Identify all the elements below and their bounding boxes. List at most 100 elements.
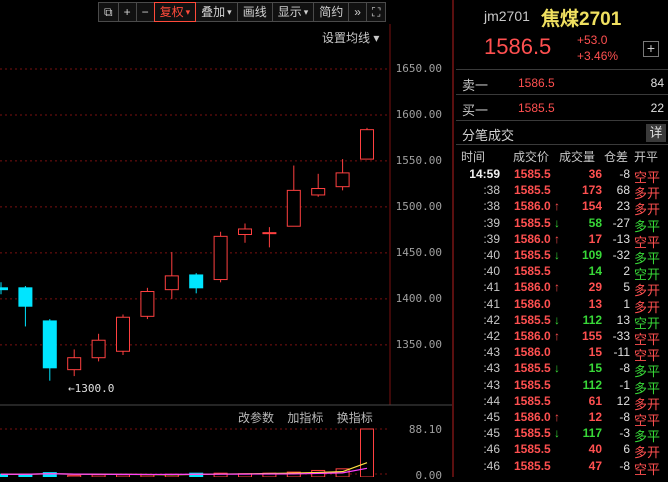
price-tick-label: 1650.00 [395, 61, 442, 75]
tick-row: :45 1585.5 ↓ 117 -3 多平 [456, 426, 668, 444]
ma-setting-button[interactable]: 设置均线 ▾ [322, 29, 379, 46]
tick-price: 1585.5 [514, 393, 551, 408]
tick-row: :41 1586.0 ↑ 29 5 多开 [456, 280, 668, 298]
tick-row: :43 1585.5 112 -1 多平 [456, 377, 668, 396]
tick-volume: 117 [582, 426, 602, 441]
candle-body [238, 228, 252, 235]
separator [456, 144, 668, 145]
tick-volume: 58 [588, 215, 602, 230]
tick-oi-diff: 5 [623, 280, 630, 295]
price-change: +53.0 +3.46% [577, 32, 618, 64]
add-indicator-button[interactable]: 加指标 [287, 411, 323, 425]
tick-row: :45 1586.0 ↑ 12 -8 空平 [456, 410, 668, 428]
edit-params-button[interactable]: 改参数 [238, 411, 274, 425]
tick-volume: 154 [581, 199, 602, 214]
caret-down-icon: ▾ [185, 7, 191, 17]
header-oi-diff: 仓差 [604, 150, 629, 164]
tick-price: 1585.5 [514, 361, 551, 376]
tick-price: 1586.0 [514, 280, 551, 295]
tick-time: :39 [483, 215, 500, 230]
tick-volume: 13 [588, 296, 602, 311]
draw-line-button[interactable]: 画线 [236, 2, 273, 22]
tick-volume: 17 [588, 231, 602, 246]
fuquan-dropdown[interactable]: 复权 ▾ [153, 2, 197, 22]
tick-row: :46 1585.5 47 -8 空平 [456, 458, 668, 477]
change-value: +53.0 [577, 33, 608, 47]
lock-icon[interactable]: ⧉ [98, 2, 119, 22]
candle-body [213, 235, 228, 281]
tick-time: :45 [483, 410, 500, 424]
tick-time: :38 [483, 199, 500, 214]
candle-body [189, 274, 204, 289]
tick-volume: 14 [588, 264, 602, 279]
tick-volume: 29 [588, 280, 602, 295]
tick-oi-diff: -32 [612, 248, 630, 262]
candle-body [18, 287, 33, 307]
candle-body [311, 188, 326, 196]
min-price-marker: ←1300.0 [68, 382, 115, 395]
price-tick-label: 1600.00 [395, 107, 442, 121]
tick-volume: 112 [582, 377, 602, 392]
tick-row: :44 1585.5 61 12 多开 [456, 393, 668, 412]
tick-volume: 112 [582, 312, 602, 327]
candle-body [286, 189, 301, 227]
header-time: 时间 [461, 150, 486, 164]
tick-volume: 109 [581, 248, 602, 262]
overlay-dropdown[interactable]: 叠加 ▾ [195, 2, 238, 22]
tick-row: :42 1586.0 ↑ 155 -33 空平 [456, 329, 668, 347]
minus-button[interactable]: − [135, 2, 155, 22]
change-percent: +3.46% [577, 49, 619, 63]
tick-oi-diff: -8 [619, 361, 630, 376]
separator [456, 69, 668, 70]
vol-zero-label: 0.00 [415, 469, 443, 482]
header-price: 成交价 [513, 150, 550, 164]
tick-time: 14:59 [469, 167, 500, 181]
add-button[interactable]: + [117, 2, 137, 22]
fullscreen-icon[interactable]: ⛶ [365, 2, 387, 22]
tick-oi-diff: -33 [612, 329, 630, 343]
tick-oi-diff: -27 [612, 215, 630, 230]
ticks-tab-title[interactable]: 分笔成交 [462, 125, 514, 144]
indicator-toolbar: 改参数 加指标 换指标 [238, 409, 383, 426]
tick-time: :38 [483, 183, 500, 198]
detail-button[interactable]: 详 [646, 124, 666, 142]
tick-price: 1586.0 [514, 345, 551, 360]
tick-time: :40 [483, 264, 500, 279]
tick-time: :44 [483, 393, 500, 408]
tick-row: :46 1585.5 40 6 多开 [456, 442, 668, 460]
tick-row: :39 1586.0 ↑ 17 -13 空平 [456, 231, 668, 250]
tick-oi-diff: 13 [616, 312, 630, 327]
tick-price: 1586.0 [514, 296, 551, 311]
tick-price: 1585.5 [514, 377, 551, 392]
tick-price: 1585.5 [514, 312, 551, 327]
bid-volume: 22 [650, 101, 664, 115]
tick-volume: 12 [588, 410, 602, 424]
tick-row: :43 1585.5 ↓ 15 -8 多平 [456, 361, 668, 379]
tick-time: :43 [483, 361, 500, 376]
add-watchlist-button[interactable]: + [643, 41, 659, 57]
tick-row: :40 1585.5 ↓ 109 -32 多平 [456, 248, 668, 266]
ask-price: 1586.5 [518, 76, 555, 90]
tick-price: 1586.0 [514, 410, 551, 424]
tick-oi-diff: -8 [619, 458, 630, 473]
tick-time: :45 [483, 426, 500, 441]
candle-body [116, 316, 130, 352]
more-icon[interactable]: » [348, 2, 367, 22]
tick-row: :41 1586.0 13 1 多开 [456, 296, 668, 315]
tick-oi-diff: 12 [616, 393, 630, 408]
candle-body [42, 320, 57, 369]
volume-bar [360, 428, 374, 477]
tick-row: :43 1586.0 15 -11 空平 [456, 345, 668, 363]
candlestick-chart[interactable] [0, 0, 452, 477]
tick-time: :46 [483, 458, 500, 473]
display-dropdown[interactable]: 显示 ▾ [271, 2, 315, 22]
tick-time: :43 [483, 345, 500, 360]
tick-oi-diff: -8 [619, 410, 630, 424]
candle-body [335, 172, 350, 188]
simple-button[interactable]: 简约 [313, 2, 350, 22]
tick-time: :40 [483, 248, 500, 262]
tick-time: :42 [483, 312, 500, 327]
tick-oi-diff: -1 [619, 377, 630, 392]
candle-body [67, 357, 82, 371]
switch-indicator-button[interactable]: 换指标 [337, 411, 373, 425]
